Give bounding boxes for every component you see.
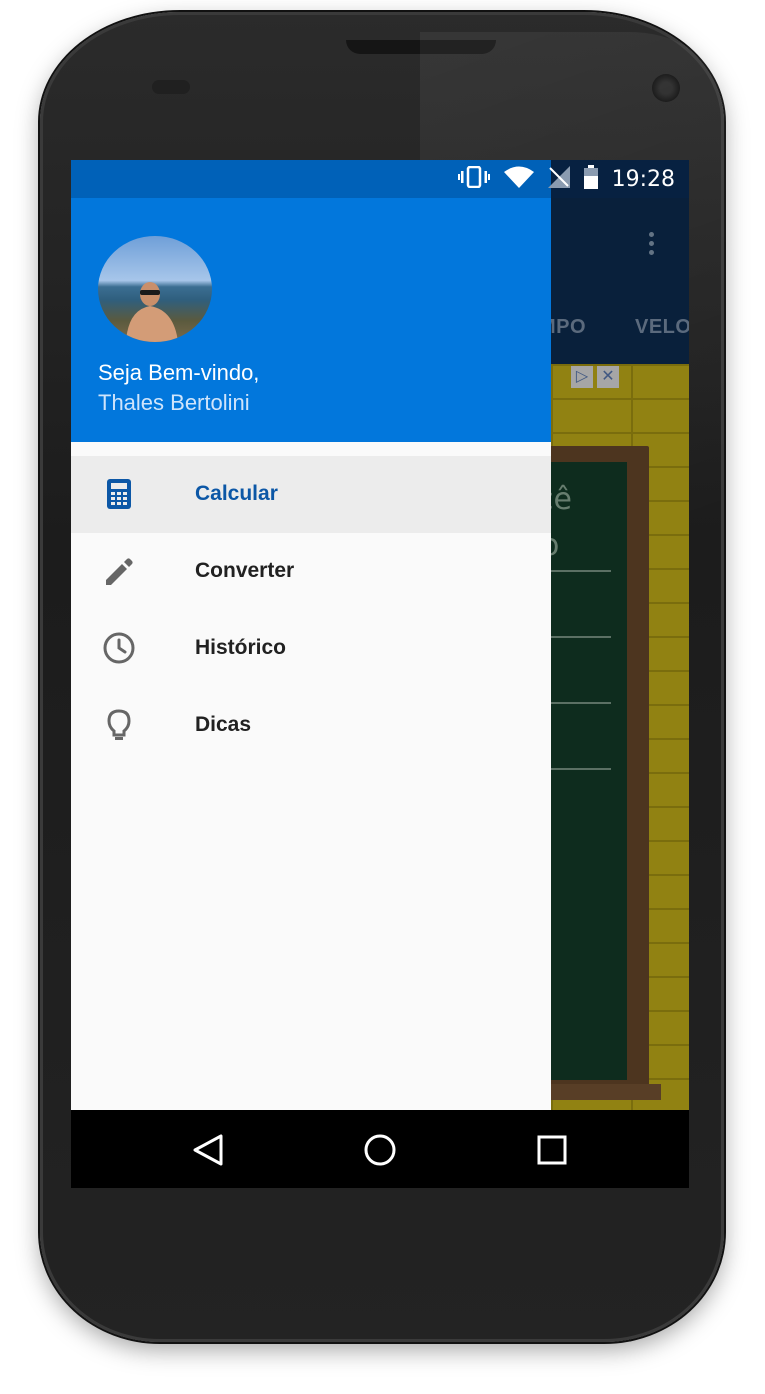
navigation-drawer: Seja Bem-vindo, Thales Bertolini Calcula… <box>71 160 551 1110</box>
screen: MPO VELO ▷ ✕ cê o Seja Bem-vindo, Thales… <box>71 160 689 1188</box>
drawer-menu: Calcular Converter Histórico Dicas <box>71 456 551 764</box>
battery-icon <box>583 164 598 194</box>
menu-item-dicas[interactable]: Dicas <box>71 687 551 764</box>
back-icon[interactable] <box>191 1132 227 1168</box>
drawer-header: Seja Bem-vindo, Thales Bertolini <box>71 198 551 442</box>
clock-icon <box>101 630 137 666</box>
user-name: Thales Bertolini <box>98 390 250 415</box>
menu-item-calcular[interactable]: Calcular <box>71 456 551 533</box>
menu-item-label: Dicas <box>195 713 252 736</box>
menu-item-label: Histórico <box>195 636 287 659</box>
menu-item-historico[interactable]: Histórico <box>71 610 551 687</box>
menu-item-converter[interactable]: Converter <box>71 533 551 610</box>
pencil-icon <box>101 553 137 589</box>
wifi-icon <box>503 166 534 193</box>
greeting-text: Seja Bem-vindo, <box>98 360 260 385</box>
menu-item-label: Converter <box>195 559 295 582</box>
menu-item-label: Calcular <box>195 482 278 505</box>
avatar[interactable] <box>98 236 212 342</box>
home-icon[interactable] <box>362 1132 398 1168</box>
status-time: 19:28 <box>611 166 675 192</box>
navigation-bar <box>71 1110 689 1188</box>
proximity-sensor <box>152 80 190 94</box>
status-bar: 19:28 <box>71 160 689 198</box>
lightbulb-icon <box>101 707 137 743</box>
calculator-icon <box>101 476 137 512</box>
recents-icon[interactable] <box>534 1132 570 1168</box>
no-signal-icon <box>547 165 570 193</box>
vibrate-icon <box>457 165 490 193</box>
